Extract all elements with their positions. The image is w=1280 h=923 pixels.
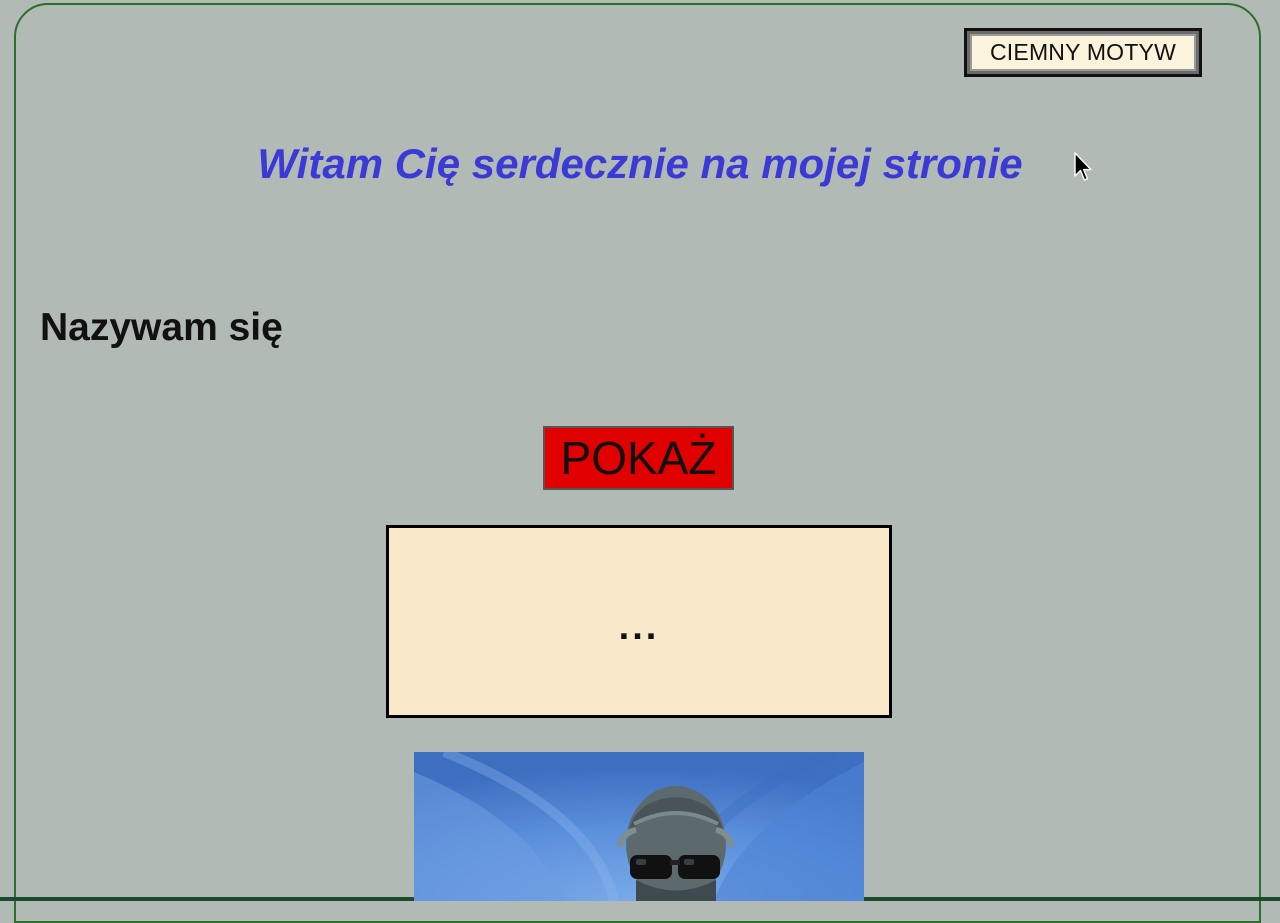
message-box: ... (386, 525, 892, 718)
dark-theme-button-label: CIEMNY MOTYW (970, 34, 1196, 71)
name-heading: Nazywam się (40, 306, 283, 349)
mouse-pointer-icon (1074, 152, 1092, 181)
show-button[interactable]: POKAŻ (543, 426, 734, 490)
profile-photo-image (414, 752, 864, 901)
profile-photo (414, 752, 864, 901)
message-text: ... (618, 606, 660, 648)
dark-theme-button[interactable]: CIEMNY MOTYW (964, 28, 1202, 77)
